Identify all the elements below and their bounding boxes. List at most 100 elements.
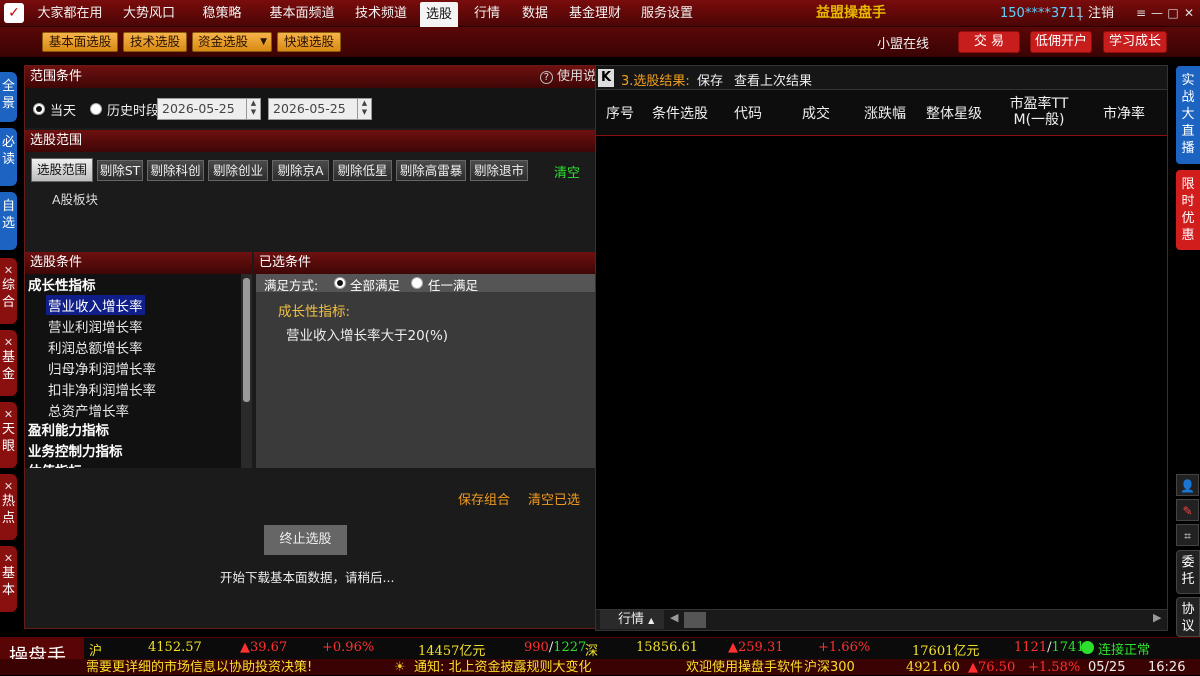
col-pe-ttm[interactable]: 市盈率TTM(一般) [1005, 96, 1073, 128]
last-results-link[interactable]: 查看上次结果 [734, 70, 812, 89]
radio-history[interactable] [90, 103, 102, 115]
tree-category[interactable]: 盈利能力指标 [28, 419, 109, 439]
col-star[interactable]: 整体星级 [920, 106, 988, 122]
right-tab-live[interactable]: 实战大直播 [1176, 66, 1200, 164]
close-icon[interactable]: ✕ [0, 480, 17, 493]
right-tab-promo[interactable]: 限时优惠 [1176, 170, 1200, 250]
close-icon[interactable]: ✕ [0, 552, 17, 565]
nav-item[interactable]: 服务设置 [634, 0, 700, 27]
tree-item[interactable]: 营业利润增长率 [48, 316, 143, 336]
marquee-text[interactable]: 需要更详细的市场信息以协助投资决策! [86, 660, 386, 676]
maximize-icon[interactable]: □ [1166, 6, 1180, 20]
left-tab-overview[interactable]: 全景 [0, 72, 17, 122]
left-tab-fund[interactable]: ✕ 基金 [0, 330, 17, 396]
agreement-tool[interactable]: 协议 [1176, 597, 1200, 637]
nav-item[interactable]: 行情 [466, 0, 508, 27]
stop-select-button[interactable]: 终止选股 [264, 525, 347, 555]
exclude-gem-button[interactable]: 剔除创业 [208, 160, 268, 181]
close-icon[interactable]: ✕ [0, 264, 17, 277]
nav-item[interactable]: 大家都在用 [30, 0, 110, 27]
nav-item[interactable]: 技术频道 [346, 0, 416, 27]
tree-item[interactable]: 归母净利润增长率 [48, 358, 156, 378]
col-change[interactable]: 涨跌幅 [857, 106, 913, 122]
tree-item[interactable]: 利润总额增长率 [48, 337, 143, 357]
close-icon[interactable]: ✕ [1182, 6, 1196, 20]
left-tab-watchlist[interactable]: 自选 [0, 192, 17, 250]
scroll-right-icon[interactable]: ▶ [1153, 611, 1161, 624]
sh-updown: 990/1227 [524, 640, 587, 655]
col-code[interactable]: 代码 [722, 106, 774, 122]
nav-item[interactable]: 数据 [514, 0, 556, 27]
results-footer [596, 609, 1167, 630]
spin-icon[interactable]: ▲ ▼ [357, 99, 371, 119]
nav-item[interactable]: 稳策略 [190, 0, 254, 27]
h-scroll-thumb[interactable] [684, 612, 706, 628]
selected-condition[interactable]: 营业收入增长率大于20(%) [286, 324, 448, 344]
minimize-icon[interactable]: — [1150, 6, 1164, 20]
radio-today[interactable] [33, 103, 45, 115]
exclude-star-button[interactable]: 剔除科创 [147, 160, 204, 181]
tree-category[interactable]: 成长性指标 [28, 274, 96, 294]
col-index[interactable]: 序号 [600, 106, 640, 122]
save-combo-link[interactable]: 保存组合 [458, 489, 510, 508]
tree-item[interactable]: 扣非净利润增长率 [48, 379, 156, 399]
hs300-label: 沪深300 [804, 660, 855, 675]
fundamental-select-button[interactable]: 基本面选股 [42, 32, 118, 52]
scroll-left-icon[interactable]: ◀ [670, 611, 678, 624]
scrollbar-thumb[interactable] [243, 278, 250, 402]
date-from-value: 2026-05-25 [162, 101, 235, 116]
user-account[interactable]: 150****3711 [1000, 0, 1084, 27]
scope-clear-link[interactable]: 清空 [554, 162, 580, 181]
exclude-st-button[interactable]: 剔除ST [97, 160, 143, 181]
tree-category[interactable]: 业务控制力指标 [28, 440, 123, 460]
online-service[interactable]: 小盟在线 [877, 33, 929, 52]
crop-icon[interactable]: ⌗ [1176, 524, 1199, 546]
k-icon[interactable]: K [598, 69, 614, 87]
logout-link[interactable]: 注销 [1088, 0, 1114, 27]
learn-button[interactable]: 学习成长 [1103, 31, 1167, 53]
menu-icon[interactable]: ≡ [1134, 6, 1148, 20]
date-from-input[interactable]: 2026-05-25 ▲ ▼ [157, 98, 261, 120]
exclude-delist-button[interactable]: 剔除退市 [470, 160, 528, 181]
left-tab-basic[interactable]: ✕ 基本 [0, 546, 17, 612]
close-icon[interactable]: ✕ [0, 336, 17, 349]
entrust-tool[interactable]: 委托 [1176, 550, 1200, 594]
market-tab[interactable]: 行情 ▲ [600, 610, 664, 629]
left-tab-hotspot[interactable]: ✕ 热点 [0, 474, 17, 540]
spin-icon[interactable]: ▲ ▼ [246, 99, 260, 119]
left-tab-sky-eye[interactable]: ✕ 天眼 [0, 402, 17, 468]
nav-item[interactable]: 大势风口 [114, 0, 184, 27]
close-icon[interactable]: ✕ [0, 408, 17, 421]
tree-scrollbar[interactable] [241, 274, 252, 468]
radio-all[interactable] [334, 277, 346, 289]
capital-select-button[interactable]: 资金选股 ▼ [192, 32, 272, 52]
col-pb[interactable]: 市净率 [1090, 106, 1158, 122]
clear-selected-link[interactable]: 清空已选 [528, 489, 580, 508]
trade-button[interactable]: 交 易 [958, 31, 1020, 53]
tree-item[interactable]: 总资产增长率 [48, 400, 129, 420]
user-icon[interactable]: 👤 [1176, 474, 1199, 496]
tree-category[interactable]: 估值指标 [28, 460, 238, 468]
nav-item[interactable]: 基金理财 [562, 0, 628, 27]
quick-select-button[interactable]: 快速选股 [277, 32, 341, 52]
exclude-lowstar-button[interactable]: 剔除低星 [333, 160, 392, 181]
exclude-bj-button[interactable]: 剔除京A [272, 160, 329, 181]
left-tab-must-read[interactable]: 必读 [0, 128, 17, 186]
pen-icon[interactable]: ✎ [1176, 499, 1199, 521]
nav-item[interactable]: 基本面频道 [260, 0, 344, 27]
notice-text[interactable]: 通知: 北上资金披露规则大变化 [414, 660, 680, 676]
radio-any[interactable] [411, 277, 423, 289]
open-account-button[interactable]: 低佣开户 [1030, 31, 1092, 53]
date-to-input[interactable]: 2026-05-25 ▲ ▼ [268, 98, 372, 120]
exclude-thunder-button[interactable]: 剔除高雷暴 [396, 160, 466, 181]
col-volume[interactable]: 成交 [790, 106, 842, 122]
left-tab-composite[interactable]: ✕ 综合 [0, 258, 17, 324]
technical-select-button[interactable]: 技术选股 [123, 32, 187, 52]
results-save-link[interactable]: 保存 [697, 70, 723, 89]
app-logo-icon: ✓ [4, 3, 24, 23]
col-condition[interactable]: 条件选股 [645, 106, 715, 122]
sz-down-count: 1741 [1051, 640, 1085, 655]
tree-item-selected[interactable]: 营业收入增长率 [46, 295, 145, 315]
nav-item-active[interactable]: 选股 [420, 2, 458, 27]
scope-button[interactable]: 选股范围 [31, 158, 93, 182]
